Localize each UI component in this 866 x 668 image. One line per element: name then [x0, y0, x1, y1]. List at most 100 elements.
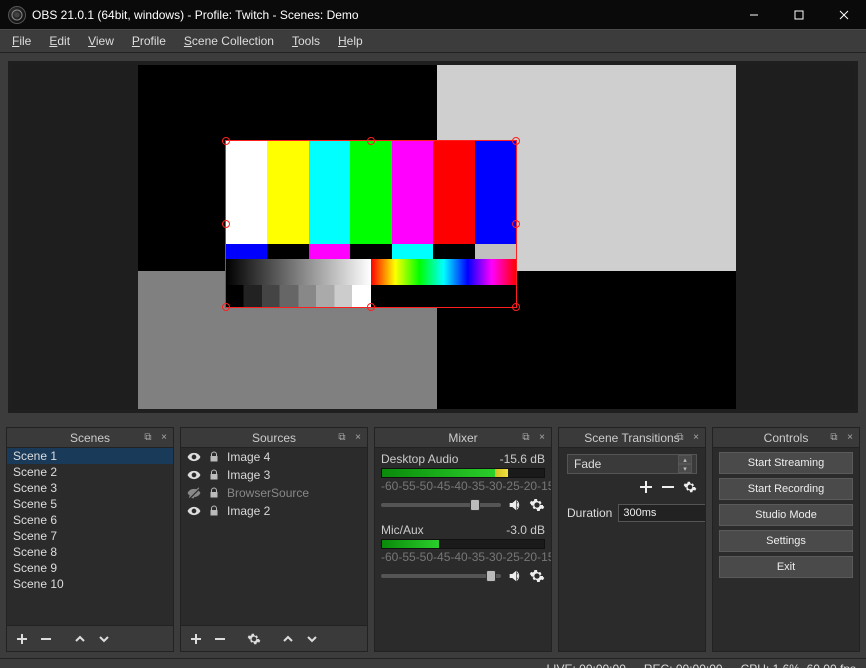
transition-mode-value: Fade — [574, 457, 601, 471]
source-list-item[interactable]: Image 2 — [181, 502, 367, 520]
source-move-down-button[interactable] — [301, 629, 323, 649]
mixer-panel: Mixer ⧉ × Desktop Audio-15.6 dB-60-55-50… — [374, 427, 552, 652]
source-label: Image 3 — [227, 468, 270, 482]
controls-close-icon[interactable]: × — [843, 430, 857, 444]
mixer-channel-name: Mic/Aux — [381, 523, 424, 537]
mixer-channel: Desktop Audio-15.6 dB-60-55-50-45-40-35-… — [375, 448, 551, 519]
mixer-panel-title: Mixer — [448, 431, 477, 445]
maximize-button[interactable] — [776, 0, 821, 29]
minimize-button[interactable] — [731, 0, 776, 29]
scene-list-item[interactable]: Scene 10 — [7, 576, 173, 592]
transitions-close-icon[interactable]: × — [689, 430, 703, 444]
mixer-close-icon[interactable]: × — [535, 430, 549, 444]
menu-scene-collection[interactable]: Scene Collection — [176, 32, 282, 50]
gear-icon[interactable] — [529, 568, 545, 584]
source-remove-button[interactable] — [209, 629, 231, 649]
speaker-icon[interactable] — [507, 568, 523, 584]
controls-popout-icon[interactable]: ⧉ — [827, 430, 841, 444]
sources-panel-header[interactable]: Sources ⧉ × — [181, 428, 367, 448]
scene-move-up-button[interactable] — [69, 629, 91, 649]
source-list-item[interactable]: BrowserSource — [181, 484, 367, 502]
menubar: FileEditViewProfileScene CollectionTools… — [0, 29, 866, 53]
scene-list-item[interactable]: Scene 7 — [7, 528, 173, 544]
gear-icon[interactable] — [529, 497, 545, 513]
scene-list-item[interactable]: Scene 5 — [7, 496, 173, 512]
source-label: BrowserSource — [227, 486, 309, 500]
start-streaming-button[interactable]: Start Streaming — [719, 452, 853, 474]
scenes-popout-icon[interactable]: ⧉ — [141, 430, 155, 444]
exit-button[interactable]: Exit — [719, 556, 853, 578]
window-title: OBS 21.0.1 (64bit, windows) - Profile: T… — [32, 8, 359, 22]
transition-duration-input[interactable] — [618, 504, 705, 522]
source-move-up-button[interactable] — [277, 629, 299, 649]
menu-view[interactable]: View — [80, 32, 122, 50]
scene-list-item[interactable]: Scene 9 — [7, 560, 173, 576]
scenes-toolbar — [7, 625, 173, 651]
source-label: Image 2 — [227, 504, 270, 518]
menu-profile[interactable]: Profile — [124, 32, 174, 50]
eye-icon[interactable] — [187, 450, 201, 464]
source-add-button[interactable] — [185, 629, 207, 649]
eye-off-icon[interactable] — [187, 486, 201, 500]
controls-panel-header[interactable]: Controls ⧉ × — [713, 428, 859, 448]
menu-tools[interactable]: Tools — [284, 32, 328, 50]
scene-remove-button[interactable] — [35, 629, 57, 649]
mixer-channel-name: Desktop Audio — [381, 452, 458, 466]
source-list-item[interactable]: Image 4 — [181, 448, 367, 466]
scenes-list[interactable]: Scene 1Scene 2Scene 3Scene 5Scene 6Scene… — [7, 448, 173, 625]
scenes-panel-header[interactable]: Scenes ⧉ × — [7, 428, 173, 448]
sources-panel: Sources ⧉ × Image 4Image 3BrowserSourceI… — [180, 427, 368, 652]
lock-icon[interactable] — [207, 486, 221, 500]
mixer-panel-header[interactable]: Mixer ⧉ × — [375, 428, 551, 448]
scene-move-down-button[interactable] — [93, 629, 115, 649]
statusbar: LIVE: 00:00:00 REC: 00:00:00 CPU: 1.6%, … — [0, 658, 866, 668]
scene-list-item[interactable]: Scene 3 — [7, 480, 173, 496]
start-recording-button[interactable]: Start Recording — [719, 478, 853, 500]
menu-file[interactable]: File — [4, 32, 39, 50]
transition-remove-button[interactable] — [661, 480, 675, 494]
menu-edit[interactable]: Edit — [41, 32, 78, 50]
mixer-popout-icon[interactable]: ⧉ — [519, 430, 533, 444]
transition-duration-label: Duration — [567, 506, 612, 520]
eye-icon[interactable] — [187, 504, 201, 518]
sources-popout-icon[interactable]: ⧉ — [335, 430, 349, 444]
scene-list-item[interactable]: Scene 8 — [7, 544, 173, 560]
lock-icon[interactable] — [207, 450, 221, 464]
transitions-popout-icon[interactable]: ⧉ — [673, 430, 687, 444]
transitions-panel-header[interactable]: Scene Transitions ⧉ × — [559, 428, 705, 448]
workspace — [0, 53, 866, 421]
selected-source-testcard[interactable] — [225, 140, 517, 308]
scenes-close-icon[interactable]: × — [157, 430, 171, 444]
speaker-icon[interactable] — [507, 497, 523, 513]
sources-toolbar — [181, 625, 367, 651]
scene-list-item[interactable]: Scene 6 — [7, 512, 173, 528]
preview-area[interactable] — [12, 65, 854, 409]
scene-add-button[interactable] — [11, 629, 33, 649]
transition-add-button[interactable] — [639, 480, 653, 494]
close-button[interactable] — [821, 0, 866, 29]
source-properties-button[interactable] — [243, 629, 265, 649]
studio-mode-button[interactable]: Studio Mode — [719, 504, 853, 526]
dock-row: Scenes ⧉ × Scene 1Scene 2Scene 3Scene 5S… — [0, 421, 866, 658]
sources-close-icon[interactable]: × — [351, 430, 365, 444]
settings-button[interactable]: Settings — [719, 530, 853, 552]
eye-icon[interactable] — [187, 468, 201, 482]
source-list-item[interactable]: Image 3 — [181, 466, 367, 484]
mixer-volume-slider[interactable] — [381, 503, 501, 507]
titlebar: OBS 21.0.1 (64bit, windows) - Profile: T… — [0, 0, 866, 29]
sources-list[interactable]: Image 4 Image 3 BrowserSource Image 2 — [181, 448, 367, 625]
lock-icon[interactable] — [207, 468, 221, 482]
scene-list-item[interactable]: Scene 1 — [7, 448, 173, 464]
lock-icon[interactable] — [207, 504, 221, 518]
scene-list-item[interactable]: Scene 2 — [7, 464, 173, 480]
transitions-panel-title: Scene Transitions — [584, 431, 679, 445]
mixer-volume-slider[interactable] — [381, 574, 501, 578]
transition-settings-button[interactable] — [683, 480, 697, 494]
mixer-level-meter — [381, 539, 545, 549]
status-cpu: CPU: 1.6%, 60.00 fps — [741, 662, 856, 668]
transition-mode-select[interactable]: Fade ▴▾ — [567, 454, 697, 474]
menu-help[interactable]: Help — [330, 32, 371, 50]
scenes-panel: Scenes ⧉ × Scene 1Scene 2Scene 3Scene 5S… — [6, 427, 174, 652]
source-label: Image 4 — [227, 450, 270, 464]
mixer-channel-db: -15.6 dB — [500, 452, 545, 466]
